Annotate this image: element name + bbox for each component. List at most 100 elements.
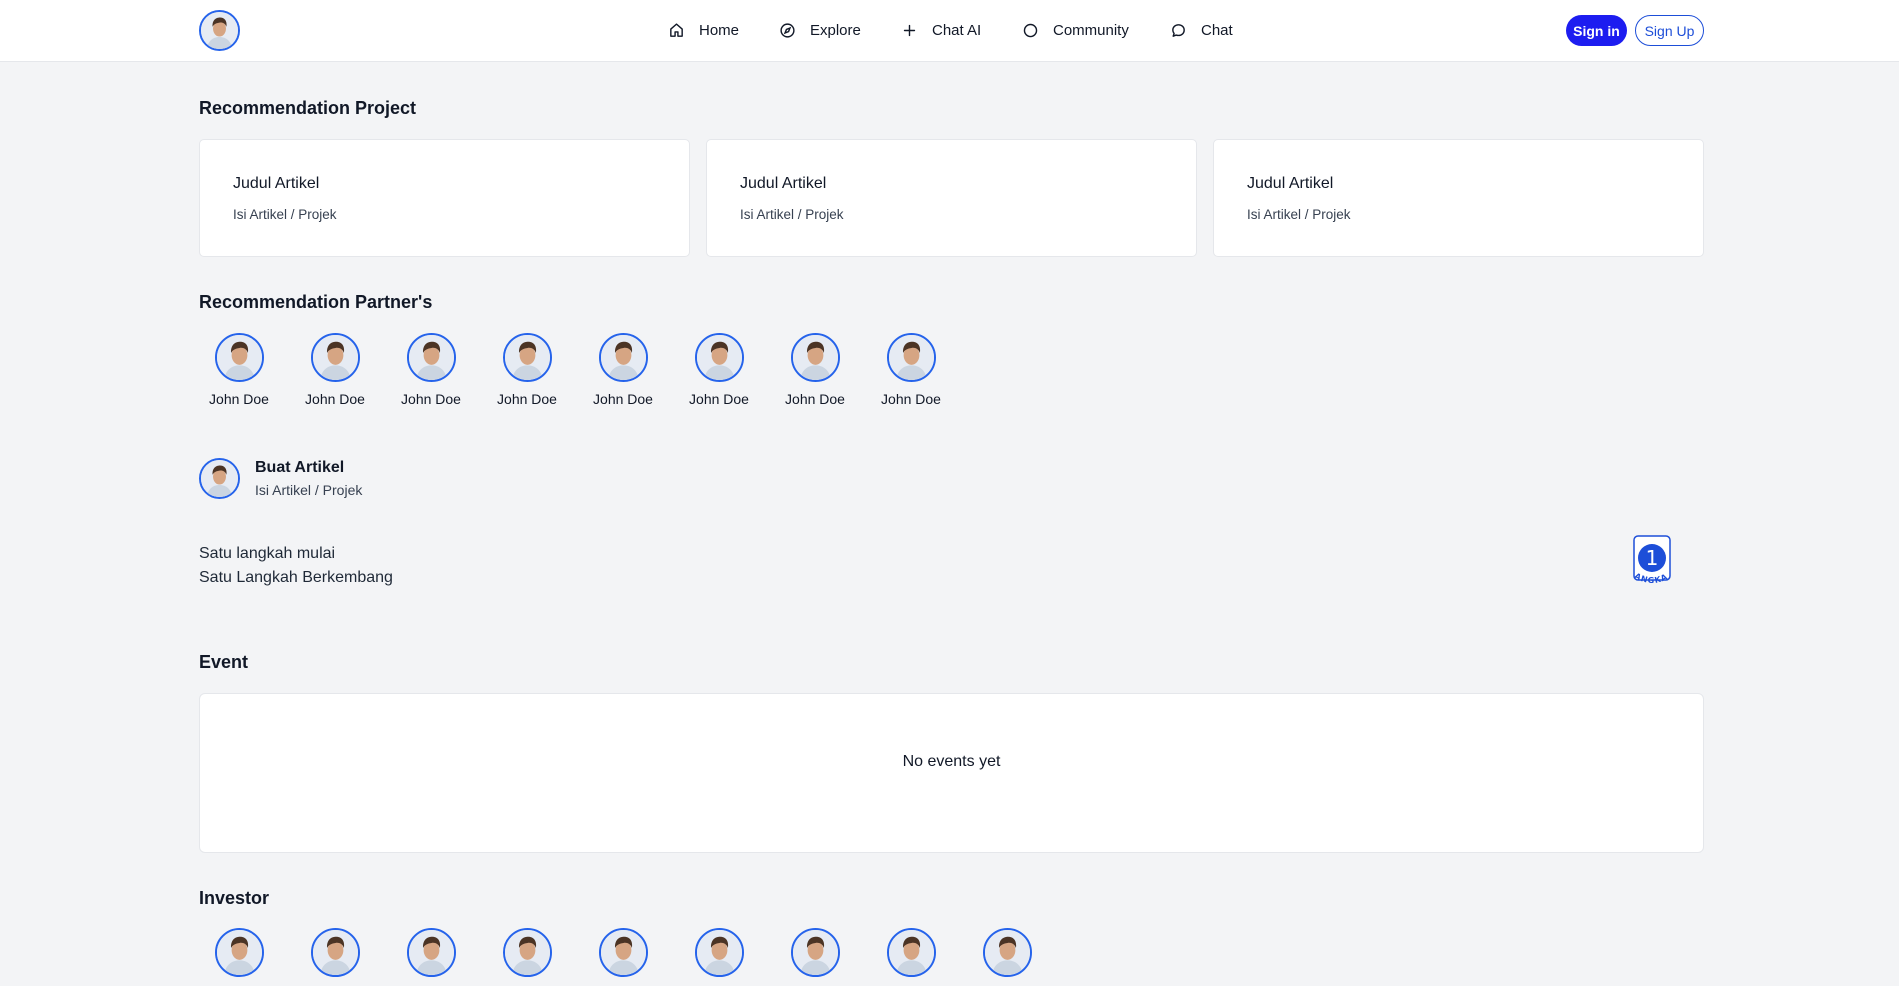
langkah-logo-number: 1 xyxy=(1646,546,1659,570)
home-icon xyxy=(670,22,683,37)
partner-name: John Doe xyxy=(689,391,749,407)
person-photo-icon xyxy=(696,335,742,380)
partner-name: John Doe xyxy=(209,391,269,407)
investor-avatar xyxy=(311,928,360,977)
partner-avatar xyxy=(598,333,648,382)
project-card-subtitle: Isi Artikel / Projek xyxy=(740,207,844,222)
project-card-subtitle: Isi Artikel / Projek xyxy=(233,207,337,222)
investor-item[interactable] xyxy=(311,928,360,977)
partner-item[interactable]: John Doe xyxy=(583,333,663,413)
person-photo-icon xyxy=(697,930,742,975)
project-card-title: Judul Artikel xyxy=(1247,175,1334,192)
partner-name: John Doe xyxy=(401,391,461,407)
project-card-title: Judul Artikel xyxy=(740,175,827,192)
sign-up-button[interactable]: Sign Up xyxy=(1635,15,1704,46)
project-card[interactable]: Judul Artikel Isi Artikel / Projek xyxy=(1213,139,1704,257)
partner-name: John Doe xyxy=(881,391,941,407)
project-card-title: Judul Artikel xyxy=(233,175,320,192)
nav-community-label: Community xyxy=(1053,21,1129,39)
tagline-line-2: Satu Langkah Berkembang xyxy=(199,569,393,586)
person-photo-icon xyxy=(313,930,358,975)
partner-avatar xyxy=(886,333,936,382)
investor-item[interactable] xyxy=(695,928,744,977)
sign-in-button[interactable]: Sign in xyxy=(1566,15,1627,46)
investor-avatar xyxy=(791,928,840,977)
partner-item[interactable]: John Doe xyxy=(679,333,759,413)
nav-explore[interactable]: Explore xyxy=(779,18,861,42)
nav-chat-ai[interactable]: Chat AI xyxy=(901,18,981,42)
project-card-subtitle: Isi Artikel / Projek xyxy=(1247,207,1351,222)
investor-avatar xyxy=(503,928,552,977)
investor-item[interactable] xyxy=(599,928,648,977)
top-navbar: Home Explore Chat AI Community Chat Sign… xyxy=(0,0,1899,62)
investor-item[interactable] xyxy=(791,928,840,977)
person-photo-icon xyxy=(504,335,550,380)
partner-avatar xyxy=(214,333,264,382)
person-photo-icon xyxy=(792,335,838,380)
investor-item[interactable] xyxy=(503,928,552,977)
partner-item[interactable]: John Doe xyxy=(775,333,855,413)
person-photo-icon xyxy=(409,930,454,975)
person-photo-icon xyxy=(600,335,646,380)
nav-home-label: Home xyxy=(699,21,740,39)
circle-icon xyxy=(1023,23,1038,37)
events-panel: No events yet xyxy=(199,693,1704,853)
create-article-subtitle: Isi Artikel / Projek xyxy=(255,482,363,498)
plus-icon xyxy=(903,24,916,36)
recommendation-project-heading: Recommendation Project xyxy=(199,98,417,118)
events-empty-message: No events yet xyxy=(902,753,1001,770)
partner-avatar xyxy=(694,333,744,382)
create-article-link[interactable]: Buat Artikel xyxy=(255,459,344,477)
project-card[interactable]: Judul Artikel Isi Artikel / Projek xyxy=(706,139,1197,257)
partner-item[interactable]: John Doe xyxy=(487,333,567,413)
nav-chat-ai-label: Chat AI xyxy=(932,21,982,39)
nav-home[interactable]: Home xyxy=(668,18,739,42)
partner-avatar xyxy=(502,333,552,382)
person-photo-icon xyxy=(217,930,262,975)
tagline-line-1: Satu langkah mulai xyxy=(199,545,336,562)
nav-explore-label: Explore xyxy=(810,21,861,39)
event-heading: Event xyxy=(199,652,249,672)
investor-avatar xyxy=(695,928,744,977)
partner-item[interactable]: John Doe xyxy=(391,333,471,413)
partner-item[interactable]: John Doe xyxy=(295,333,375,413)
person-photo-icon xyxy=(216,335,262,380)
partner-name: John Doe xyxy=(497,391,557,407)
investor-avatar xyxy=(983,928,1032,977)
compass-icon xyxy=(780,22,795,38)
person-photo-icon xyxy=(408,335,454,380)
partner-name: John Doe xyxy=(593,391,653,407)
investor-item[interactable] xyxy=(407,928,456,977)
person-photo-icon xyxy=(889,930,934,975)
langkah-logo: 1 LANGKAH xyxy=(1628,535,1671,585)
investor-heading: Investor xyxy=(199,888,270,908)
investor-avatar xyxy=(887,928,936,977)
investor-item[interactable] xyxy=(887,928,936,977)
person-photo-icon xyxy=(505,930,550,975)
partner-item[interactable]: John Doe xyxy=(199,333,279,413)
person-photo-icon xyxy=(888,335,934,380)
chat-bubble-icon xyxy=(1172,23,1185,37)
recommendation-partners-heading: Recommendation Partner's xyxy=(199,292,433,312)
person-photo-icon xyxy=(601,930,646,975)
person-photo-icon xyxy=(793,930,838,975)
nav-chat-label: Chat xyxy=(1201,21,1233,39)
investor-avatar xyxy=(407,928,456,977)
investor-item[interactable] xyxy=(983,928,1032,977)
nav-chat[interactable]: Chat xyxy=(1170,18,1233,42)
project-card[interactable]: Judul Artikel Isi Artikel / Projek xyxy=(199,139,690,257)
partner-name: John Doe xyxy=(305,391,365,407)
investor-avatar xyxy=(599,928,648,977)
investor-avatar xyxy=(215,928,264,977)
compose-avatar[interactable] xyxy=(199,458,240,499)
partner-avatar xyxy=(310,333,360,382)
partner-item[interactable]: John Doe xyxy=(871,333,951,413)
person-photo-icon xyxy=(201,460,238,497)
person-photo-icon xyxy=(985,930,1030,975)
partner-avatar xyxy=(406,333,456,382)
person-photo-icon xyxy=(312,335,358,380)
partner-avatar xyxy=(790,333,840,382)
investor-item[interactable] xyxy=(215,928,264,977)
partner-name: John Doe xyxy=(785,391,845,407)
nav-community[interactable]: Community xyxy=(1022,18,1129,42)
